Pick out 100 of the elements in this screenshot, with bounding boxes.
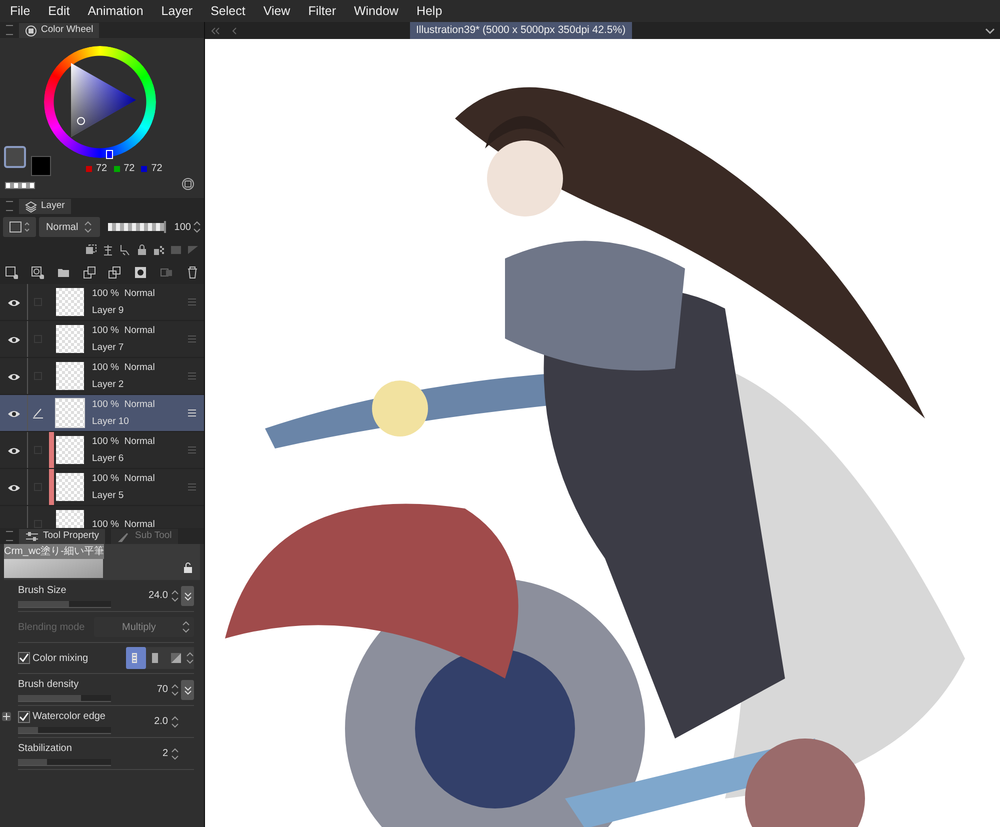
menu-item[interactable]: Window bbox=[354, 2, 398, 20]
check-icon bbox=[19, 653, 29, 663]
layer-row[interactable]: 100 % Normal Layer 9 bbox=[0, 284, 204, 321]
hue-handle[interactable] bbox=[106, 150, 113, 159]
mask-icon[interactable] bbox=[134, 266, 148, 278]
slider-track[interactable] bbox=[18, 759, 111, 766]
apply-mask-icon[interactable] bbox=[160, 266, 174, 278]
lock-icon[interactable] bbox=[136, 244, 148, 256]
main-color-swatch[interactable] bbox=[4, 146, 26, 168]
layer-name: Layer 10 bbox=[92, 415, 130, 429]
drag-handle-icon[interactable] bbox=[188, 483, 196, 491]
stepper-icon[interactable] bbox=[170, 684, 178, 696]
stepper-icon[interactable] bbox=[186, 652, 194, 664]
menu-item[interactable]: View bbox=[263, 2, 290, 20]
layer-row[interactable]: 100 % Normal Layer 6 bbox=[0, 432, 204, 469]
expand-button[interactable] bbox=[2, 712, 11, 721]
visibility-icon[interactable] bbox=[6, 298, 20, 306]
combine-icon[interactable] bbox=[108, 266, 122, 278]
stepper-icon bbox=[182, 621, 190, 633]
checkbox[interactable] bbox=[18, 652, 30, 664]
visibility-icon[interactable] bbox=[6, 372, 20, 380]
drag-handle-icon[interactable] bbox=[188, 446, 196, 454]
layer-thumbnail bbox=[56, 288, 84, 316]
layer-name: Layer 9 bbox=[92, 304, 125, 318]
menu-icon[interactable] bbox=[6, 25, 13, 35]
layers-icon bbox=[25, 200, 37, 212]
collapse-icon[interactable] bbox=[210, 26, 220, 36]
layer-row[interactable]: 100 % Normal Layer 7 bbox=[0, 321, 204, 358]
visibility-icon[interactable] bbox=[6, 408, 20, 418]
reference-icon[interactable] bbox=[102, 244, 114, 256]
property-value: 24.0 bbox=[148, 589, 168, 603]
layer-name: Layer 2 bbox=[92, 378, 125, 392]
stepper-icon[interactable] bbox=[170, 590, 178, 602]
property-label: Watercolor edge bbox=[32, 710, 106, 724]
chevron-down-icon[interactable] bbox=[984, 26, 996, 36]
panel-tab[interactable]: Layer bbox=[19, 199, 71, 214]
draft-icon[interactable] bbox=[119, 244, 131, 256]
layer-row[interactable]: 100 % Normal Layer 5 bbox=[0, 469, 204, 506]
new-vector-layer-icon[interactable] bbox=[30, 266, 44, 278]
stepper-icon[interactable] bbox=[193, 221, 202, 233]
palette-color-icon[interactable] bbox=[187, 244, 199, 256]
color-wheel-icon bbox=[25, 24, 37, 36]
palette-color-icon[interactable] bbox=[170, 244, 182, 256]
visibility-icon[interactable] bbox=[6, 446, 20, 454]
check-icon bbox=[19, 712, 29, 722]
layer-thumbnail bbox=[56, 325, 84, 353]
menu-item[interactable]: File bbox=[10, 2, 30, 20]
menu-item[interactable]: Help bbox=[416, 2, 442, 20]
panel-tab[interactable]: Tool Property bbox=[19, 529, 105, 544]
drag-handle-icon[interactable] bbox=[188, 372, 196, 380]
clipping-icon[interactable] bbox=[85, 244, 97, 256]
pressure-button[interactable] bbox=[181, 586, 194, 606]
blend-mode-dropdown[interactable]: Normal bbox=[38, 217, 100, 237]
slider-track[interactable] bbox=[18, 601, 111, 608]
slider-track[interactable] bbox=[18, 695, 111, 702]
opacity-value: 100 bbox=[174, 220, 191, 234]
transparency-lock-icon[interactable] bbox=[153, 244, 165, 256]
transparent-color-swatch[interactable] bbox=[5, 182, 35, 189]
layer-row[interactable]: 100 % Normal Layer 10 bbox=[0, 395, 204, 432]
stepper-icon[interactable] bbox=[170, 748, 178, 760]
menu-item[interactable]: Edit bbox=[48, 2, 70, 20]
menu-icon[interactable] bbox=[6, 531, 13, 541]
menu-item[interactable]: Layer bbox=[161, 2, 193, 20]
menu-item[interactable]: Animation bbox=[88, 2, 144, 20]
menu-item[interactable]: Filter bbox=[308, 2, 336, 20]
layer-type-dropdown[interactable] bbox=[2, 217, 36, 237]
stepper-icon[interactable] bbox=[170, 716, 178, 728]
layer-mode: 100 % Normal bbox=[92, 435, 155, 449]
layer-row[interactable]: 100 % Normal bbox=[0, 506, 204, 528]
new-raster-layer-icon[interactable] bbox=[5, 266, 18, 278]
channel-value: 72 bbox=[96, 162, 108, 176]
menu-item[interactable]: Select bbox=[210, 2, 246, 20]
trash-icon[interactable] bbox=[186, 266, 199, 278]
layer-mode: 100 % Normal bbox=[92, 398, 155, 412]
layer-mode: 100 % Normal bbox=[92, 361, 155, 375]
layer-mode: 100 % Normal bbox=[92, 324, 155, 338]
visibility-icon[interactable] bbox=[6, 334, 20, 344]
property-value: 2.0 bbox=[154, 715, 168, 729]
drag-handle-icon[interactable] bbox=[188, 298, 196, 306]
checkbox[interactable] bbox=[18, 710, 30, 722]
layer-name: Layer 5 bbox=[92, 489, 125, 503]
drag-handle-icon[interactable] bbox=[188, 335, 196, 343]
menu-icon[interactable] bbox=[6, 201, 13, 211]
running-color-button[interactable] bbox=[126, 647, 146, 669]
mix-icon bbox=[169, 651, 183, 665]
transfer-down-icon[interactable] bbox=[82, 266, 96, 278]
unlock-icon[interactable] bbox=[183, 562, 193, 574]
switch-mode-icon[interactable] bbox=[182, 178, 194, 190]
brush-preview[interactable]: Crm_wc塗り-細い平筆 bbox=[4, 544, 103, 578]
plus-icon bbox=[2, 712, 11, 721]
property-label: Color mixing bbox=[32, 652, 88, 666]
panel-tab[interactable]: Color Wheel bbox=[19, 23, 100, 38]
layer-name: Layer 7 bbox=[92, 341, 125, 355]
channel-value: 72 bbox=[151, 162, 162, 176]
layer-row[interactable]: 100 % Normal Layer 2 bbox=[0, 358, 204, 395]
sub-color-swatch[interactable] bbox=[31, 156, 51, 176]
pressure-button[interactable] bbox=[181, 680, 194, 700]
visibility-icon[interactable] bbox=[6, 482, 20, 492]
slider-track[interactable] bbox=[18, 727, 111, 734]
brush-name: Crm_wc塗り-細い平筆 bbox=[4, 544, 104, 559]
